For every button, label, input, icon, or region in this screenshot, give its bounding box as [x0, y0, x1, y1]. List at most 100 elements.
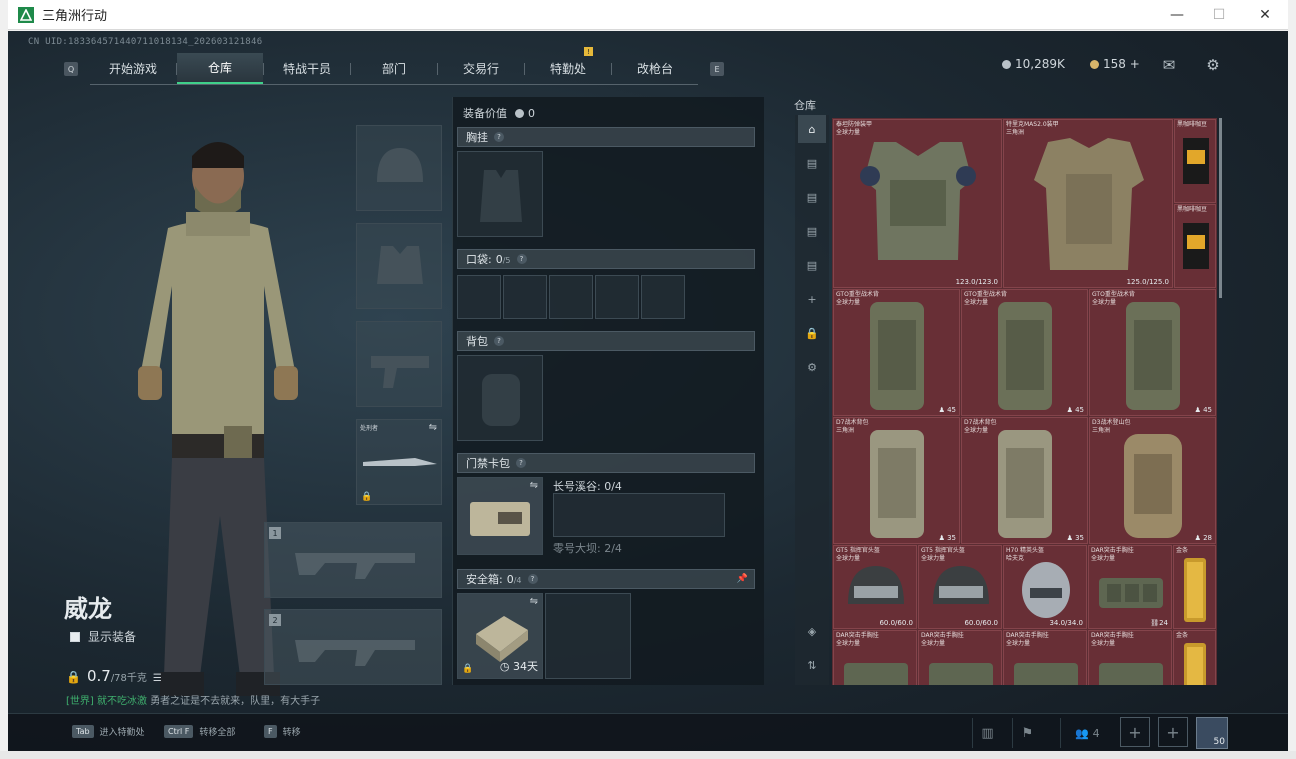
warehouse-scrollbar[interactable]	[1219, 118, 1222, 298]
minimize-button[interactable]: —	[1154, 0, 1200, 30]
expansion-tab-icon[interactable]: ▤	[798, 183, 826, 211]
add-tab-icon[interactable]: +	[798, 285, 826, 313]
friends-icon: 👥	[1075, 726, 1090, 740]
storage-item[interactable]: DAR突击手胸挂 全球力量	[833, 630, 917, 685]
keycard-case-slot[interactable]: ⇋	[457, 477, 543, 555]
friends-button[interactable]: 👥 4	[1060, 718, 1114, 748]
storage-item[interactable]: D3战术登山包 三角洲 ♟ 28	[1089, 417, 1216, 544]
stats-chart-icon[interactable]: ▥	[972, 718, 1002, 748]
safe-box-grid[interactable]	[545, 593, 631, 679]
chest-rig-slot[interactable]	[457, 151, 543, 237]
key-slots[interactable]	[553, 493, 725, 537]
storage-item[interactable]: 特里克MAS2.0装甲 三角洲 125.0/125.0	[1003, 119, 1173, 288]
help-icon[interactable]: ?	[494, 132, 504, 142]
backpack-header: 背包?	[457, 331, 755, 351]
backpack-icon	[998, 302, 1052, 410]
storage-item[interactable]: DAR突击手胸挂 全球力量	[1003, 630, 1087, 685]
player-avatar[interactable]: 50	[1196, 717, 1228, 749]
help-icon[interactable]: ?	[527, 574, 538, 584]
mail-icon[interactable]: ✉	[1160, 56, 1178, 74]
window-title-bar: 三角洲行动	[8, 0, 1288, 30]
storage-item[interactable]: 黑咖啡咖豆	[1174, 204, 1216, 288]
sort-icon[interactable]: ⇅	[798, 651, 826, 679]
primary-weapon-slot-2[interactable]: 2	[264, 609, 442, 685]
tab-department[interactable]: 部门	[351, 53, 437, 84]
settings-gear-icon[interactable]: ⚙	[1204, 56, 1222, 74]
layers-icon[interactable]: ◈	[798, 617, 826, 645]
checkbox[interactable]	[70, 631, 80, 642]
hint-transfer-all[interactable]: Ctrl F 转移全部	[164, 725, 235, 738]
warehouse-grid: 泰坦防弹装甲 全球力量 123.0/123.0 特里克MAS2.0装甲 三角洲 12…	[832, 118, 1217, 685]
hint-transfer[interactable]: F 转移	[264, 725, 301, 738]
home-storage-tab[interactable]: ⌂	[798, 115, 826, 143]
chest-rig-header: 胸挂?	[457, 127, 755, 147]
pocket-slot[interactable]	[641, 275, 685, 319]
expansion-tab-icon[interactable]: ▤	[798, 149, 826, 177]
swap-icon[interactable]: ⇋	[429, 422, 437, 433]
swap-icon[interactable]: ⇋	[530, 480, 538, 491]
backpack-icon	[870, 430, 924, 538]
invite-slot-button[interactable]: +	[1120, 717, 1150, 747]
storage-item[interactable]: GTO重型战术背 全球力量 ♟ 45	[961, 289, 1088, 416]
list-icon[interactable]: ☰	[153, 673, 162, 684]
hint-special-ops[interactable]: Tab 进入特勤处	[72, 725, 145, 738]
storage-item[interactable]: D7战术背包 三角洲 ♟ 35	[833, 417, 960, 544]
rifle-icon	[295, 553, 415, 579]
storage-item[interactable]: 泰坦防弹装甲 全球力量 123.0/123.0	[833, 119, 1002, 288]
backpack-slot[interactable]	[457, 355, 543, 441]
storage-item[interactable]: GTO重型战术背 全球力量 ♟ 45	[833, 289, 960, 416]
pin-icon[interactable]: 📌	[737, 574, 748, 584]
storage-item[interactable]: DAR突击手胸挂 全球力量	[918, 630, 1002, 685]
help-icon[interactable]: ?	[516, 254, 527, 264]
gold-bar-icon	[1184, 558, 1206, 622]
currency-delta-coin[interactable]: 158 +	[1090, 57, 1140, 71]
storage-item[interactable]: D7战术背包 全球力量 ♟ 35	[961, 417, 1088, 544]
tab-start-game[interactable]: 开始游戏	[90, 53, 176, 84]
pistol-slot[interactable]	[356, 321, 442, 407]
pocket-slot[interactable]	[595, 275, 639, 319]
game-viewport: CN UID:1833645714407110181​34_2026031218…	[8, 31, 1288, 751]
storage-item[interactable]: DAR突击手胸挂 全球力量 ⛓24	[1088, 545, 1172, 629]
storage-item[interactable]: H70 精英头盔 哈夫克 34.0/34.0	[1003, 545, 1087, 629]
tab-operators[interactable]: 特战干员	[264, 53, 350, 84]
swap-icon[interactable]: ⇋	[530, 596, 538, 607]
storage-item[interactable]: DAR突击手胸挂 全球力量	[1088, 630, 1172, 685]
helmet-slot[interactable]	[356, 125, 442, 211]
nav-prev-key[interactable]: Q	[64, 62, 78, 76]
storage-item[interactable]: 黑咖啡咖豆	[1174, 119, 1216, 203]
invite-slot-button[interactable]: +	[1158, 717, 1188, 747]
close-button[interactable]: ✕	[1242, 0, 1288, 30]
help-icon[interactable]: ?	[516, 458, 526, 468]
maximize-button[interactable]: ☐	[1196, 0, 1242, 30]
keycard-header: 门禁卡包?	[457, 453, 755, 473]
pocket-slot[interactable]	[457, 275, 501, 319]
melee-slot[interactable]: 处刑者 ⇋ 🔒	[356, 419, 442, 505]
tab-special-ops[interactable]: 特勤处!	[525, 47, 611, 84]
tab-trade[interactable]: 交易行	[438, 53, 524, 84]
notification-badge: !	[584, 47, 593, 56]
expansion-tab-icon[interactable]: ▤	[798, 251, 826, 279]
show-equip-toggle[interactable]: 显示装备	[70, 628, 136, 645]
lock-icon[interactable]: 🔒	[798, 319, 826, 347]
weight-icon: 🔒	[66, 670, 81, 684]
storage-item[interactable]: 金条	[1173, 545, 1216, 629]
storage-item[interactable]: GTO重型战术背 全球力量 ♟ 45	[1089, 289, 1216, 416]
tab-gunsmith[interactable]: 改枪台	[612, 53, 698, 84]
armor-slot[interactable]	[356, 223, 442, 309]
flag-icon[interactable]: ⚑	[1012, 718, 1042, 748]
pocket-slot[interactable]	[503, 275, 547, 319]
world-chat-line[interactable]: [世界] 就不吃冰激 勇者之证是不去就来，队里，有大手子	[66, 692, 320, 707]
tab-warehouse[interactable]: 仓库	[177, 53, 263, 84]
expansion-tab-icon[interactable]: ▤	[798, 217, 826, 245]
lock-icon: 🔒	[361, 492, 373, 502]
pocket-slot[interactable]	[549, 275, 593, 319]
storage-item[interactable]: 金条	[1173, 630, 1216, 685]
safe-box-slot[interactable]: ⇋ 🔒 ◷ 34天	[457, 593, 543, 679]
storage-item[interactable]: GT5 指挥官头盔 全球力量 60.0/60.0	[918, 545, 1002, 629]
gear-icon[interactable]: ⚙	[798, 353, 826, 381]
nav-next-key[interactable]: E	[710, 62, 724, 76]
primary-weapon-slot-1[interactable]: 1	[264, 522, 442, 598]
main-nav: Q 开始游戏 仓库 特战干员 部门 交易行 特勤处! 改枪台 E	[64, 47, 724, 85]
storage-item[interactable]: GT5 指挥官头盔 全球力量 60.0/60.0	[833, 545, 917, 629]
help-icon[interactable]: ?	[494, 336, 504, 346]
